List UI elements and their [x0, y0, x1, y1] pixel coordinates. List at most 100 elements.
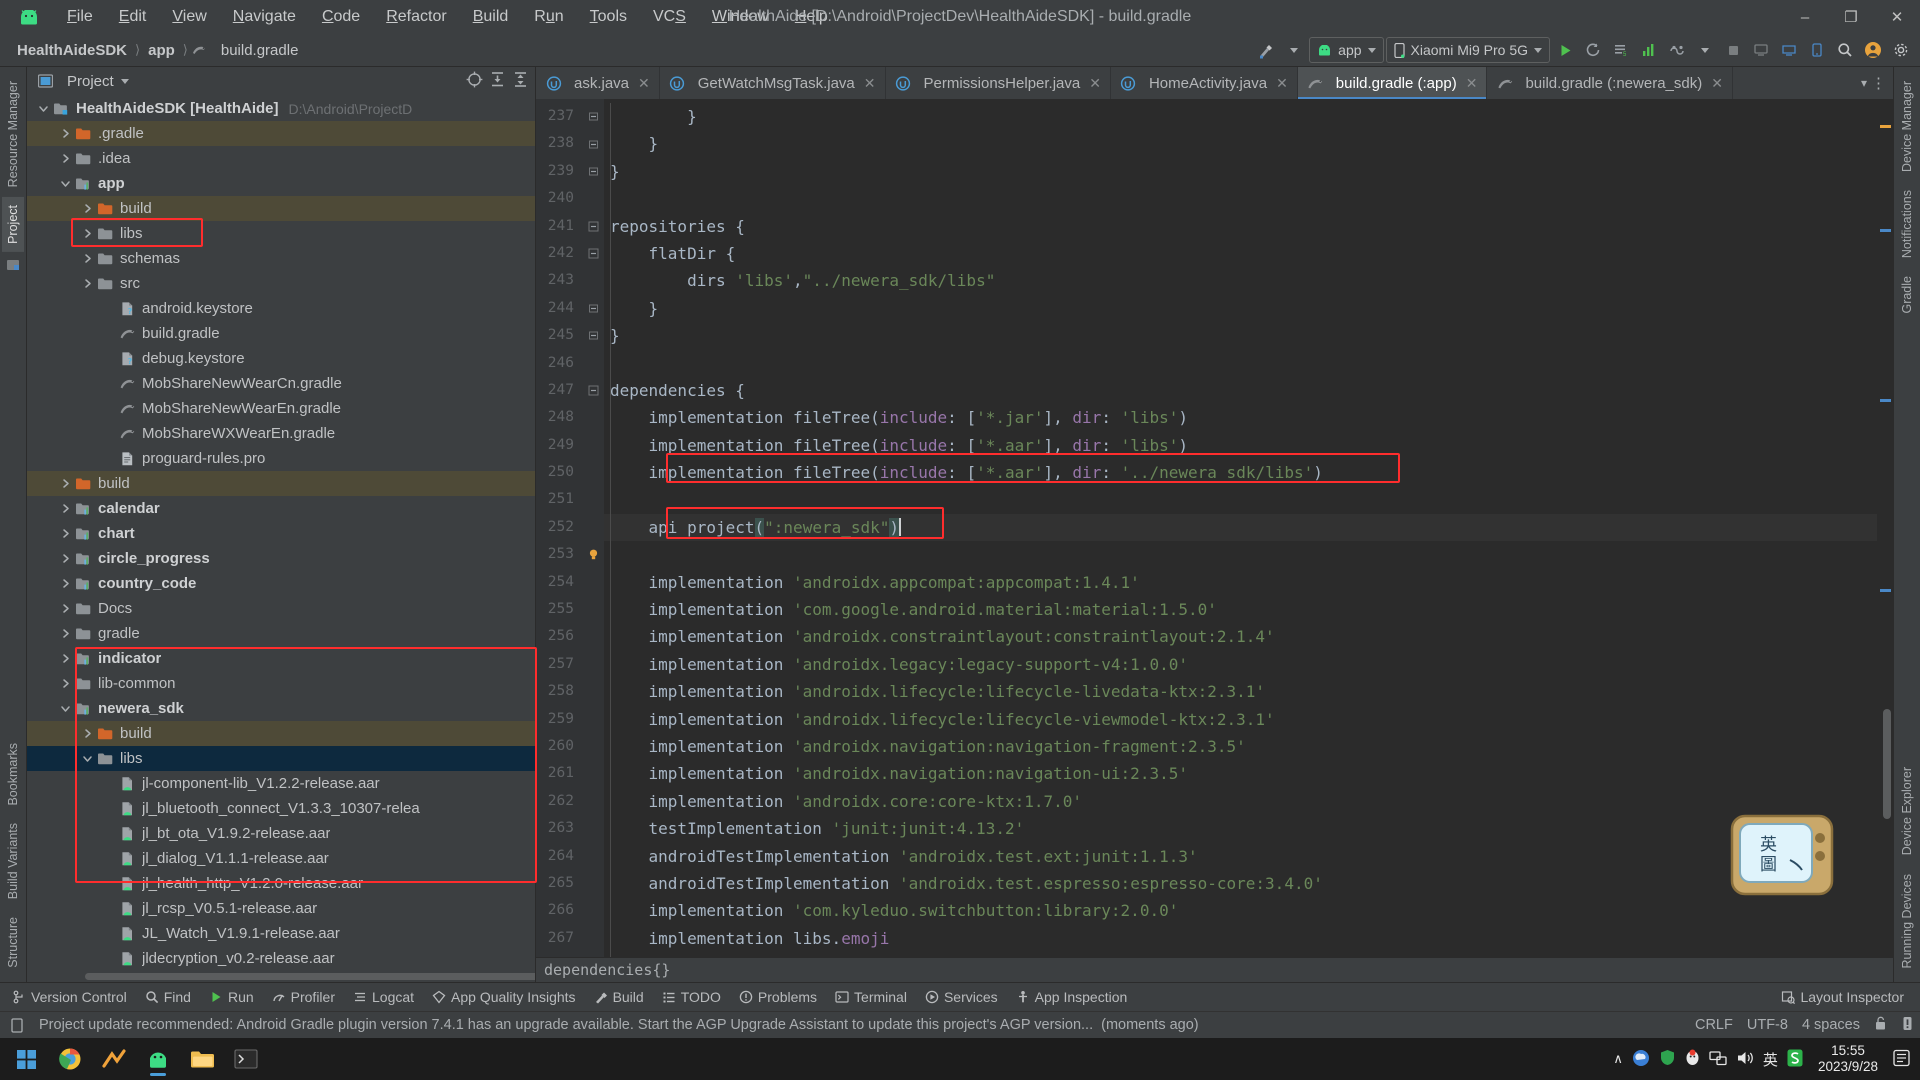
- code-content[interactable]: } }} repositories { flatDir { dirs 'libs'…: [604, 99, 1877, 957]
- menu-edit[interactable]: Edit: [106, 5, 160, 29]
- select-opened-file-icon[interactable]: [466, 71, 483, 92]
- stop-button[interactable]: [1720, 37, 1746, 63]
- menu-refactor[interactable]: Refactor: [373, 5, 459, 29]
- fold-marker-end[interactable]: [582, 322, 604, 349]
- debug-button[interactable]: [1580, 37, 1606, 63]
- chevron-right-icon[interactable]: [81, 227, 94, 240]
- tray-ime-indicator[interactable]: 英: [1763, 1049, 1778, 1070]
- chevron-right-icon[interactable]: [59, 652, 72, 665]
- code-line[interactable]: dependencies {: [604, 377, 1877, 404]
- fold-marker-open[interactable]: [582, 377, 604, 404]
- editor-tab-build-gradle-app-[interactable]: build.gradle (:app) ✕: [1297, 67, 1488, 99]
- code-line[interactable]: [604, 350, 1877, 377]
- rail-tab-device-explorer[interactable]: Device Explorer: [1896, 759, 1918, 863]
- tool-window-logcat[interactable]: Logcat: [345, 986, 422, 1008]
- status-message[interactable]: Project update recommended: Android Grad…: [39, 1017, 1093, 1033]
- code-line[interactable]: }: [604, 158, 1877, 185]
- tree-node-jl-watch-v1-9-1-release-aar[interactable]: JL_Watch_V1.9.1-release.aar: [27, 921, 535, 946]
- tree-node-schemas[interactable]: schemas: [27, 246, 535, 271]
- tray-chevron-icon[interactable]: ∧: [1613, 1051, 1623, 1067]
- close-tab-icon[interactable]: ✕: [1711, 75, 1723, 92]
- editor-tab-build-gradle-newera-sdk-[interactable]: build.gradle (:newera_sdk) ✕: [1487, 67, 1733, 99]
- tray-cloud-icon[interactable]: [1632, 1049, 1650, 1070]
- chevron-right-icon[interactable]: [59, 577, 72, 590]
- code-line[interactable]: }: [604, 322, 1877, 349]
- tree-node-src[interactable]: src: [27, 271, 535, 296]
- rail-tab-notifications[interactable]: Notifications: [1896, 182, 1918, 266]
- tool-window-find[interactable]: Find: [137, 986, 199, 1008]
- code-line[interactable]: implementation fileTree(include: ['*.jar…: [604, 404, 1877, 431]
- terminal-app-icon[interactable]: [226, 1040, 266, 1078]
- code-line[interactable]: implementation 'androidx.lifecycle:lifec…: [604, 678, 1877, 705]
- line-separator-indicator[interactable]: CRLF: [1695, 1017, 1733, 1033]
- chevron-down-icon[interactable]: [59, 177, 72, 190]
- marker-warning[interactable]: [1880, 125, 1891, 128]
- chevron-right-icon[interactable]: [59, 127, 72, 140]
- tool-window-services[interactable]: Services: [917, 986, 1006, 1008]
- code-line[interactable]: implementation 'androidx.legacy:legacy-s…: [604, 651, 1877, 678]
- tree-node-libs[interactable]: libs: [27, 221, 535, 246]
- code-line[interactable]: implementation 'androidx.navigation:navi…: [604, 760, 1877, 787]
- start-button-icon[interactable]: [6, 1040, 46, 1078]
- tree-node-lib-common[interactable]: lib-common: [27, 671, 535, 696]
- tree-node-newera-sdk[interactable]: newera_sdk: [27, 696, 535, 721]
- menu-code[interactable]: Code: [309, 5, 373, 29]
- code-line[interactable]: implementation 'androidx.constraintlayou…: [604, 623, 1877, 650]
- desktop-pet-widget[interactable]: 英 圖: [1730, 812, 1834, 898]
- chevron-right-icon[interactable]: [59, 677, 72, 690]
- tool-window-app-quality-insights[interactable]: App Quality Insights: [424, 986, 584, 1008]
- code-line[interactable]: androidTestImplementation 'androidx.test…: [604, 843, 1877, 870]
- menu-file[interactable]: File: [54, 5, 106, 29]
- run-with-coverage-icon[interactable]: 5: [1608, 37, 1634, 63]
- fold-marker-end[interactable]: [582, 158, 604, 185]
- marker-change[interactable]: [1880, 399, 1891, 402]
- editor-marker-column[interactable]: [1877, 99, 1893, 957]
- tree-node-jl-rcsp-v0-5-1-release-aar[interactable]: jl_rcsp_V0.5.1-release.aar: [27, 896, 535, 921]
- marker-change[interactable]: [1880, 589, 1891, 592]
- menu-vcs[interactable]: VCS: [640, 5, 699, 29]
- marker-change[interactable]: [1880, 229, 1891, 232]
- build-dropdown-icon[interactable]: [1281, 37, 1307, 63]
- code-folding-gutter[interactable]: [582, 99, 604, 957]
- code-line[interactable]: implementation fileTree(include: ['*.aar…: [604, 459, 1877, 486]
- menu-build[interactable]: Build: [460, 5, 522, 29]
- attach-debugger-icon[interactable]: [1664, 37, 1690, 63]
- editor-tab-homeactivity-java[interactable]: HomeActivity.java ✕: [1111, 67, 1298, 99]
- code-line[interactable]: [604, 185, 1877, 212]
- tree-node-build[interactable]: build: [27, 471, 535, 496]
- chevron-right-icon[interactable]: [59, 527, 72, 540]
- chevron-down-icon[interactable]: [120, 78, 129, 84]
- code-line[interactable]: implementation 'com.kyleduo.switchbutton…: [604, 897, 1877, 924]
- rail-tab-device-manager[interactable]: Device Manager: [1896, 73, 1918, 180]
- code-line[interactable]: implementation libs.emoji: [604, 925, 1877, 952]
- code-line[interactable]: [604, 486, 1877, 513]
- settings-gear-icon[interactable]: [1888, 37, 1914, 63]
- chevron-right-icon[interactable]: [81, 202, 94, 215]
- menu-view[interactable]: View: [159, 5, 219, 29]
- maximize-button[interactable]: ❐: [1828, 0, 1874, 34]
- notifications-icon[interactable]: [1901, 1016, 1914, 1035]
- chevron-right-icon[interactable]: [59, 502, 72, 515]
- lock-icon[interactable]: [1874, 1016, 1887, 1035]
- account-avatar[interactable]: [1860, 37, 1886, 63]
- tree-node-healthaidesdk-healthaide-[interactable]: HealthAideSDK [HealthAide] D:\Android\Pro…: [27, 96, 535, 121]
- chevron-down-icon[interactable]: ▾: [1861, 76, 1867, 90]
- android-studio-taskbar-icon[interactable]: [138, 1040, 178, 1078]
- rail-tab-structure[interactable]: Structure: [2, 909, 24, 976]
- chevron-right-icon[interactable]: [81, 252, 94, 265]
- tool-window-build[interactable]: Build: [586, 986, 652, 1008]
- device-selector[interactable]: Xiaomi Mi9 Pro 5G: [1385, 37, 1550, 63]
- tool-window-bar[interactable]: Version Control Find Run Profiler Logcat App …: [0, 982, 1920, 1011]
- tree-node-docs[interactable]: Docs: [27, 596, 535, 621]
- fold-marker-open[interactable]: [582, 213, 604, 240]
- tree-node-app[interactable]: app: [27, 171, 535, 196]
- tray-shield-icon[interactable]: [1659, 1049, 1676, 1069]
- avd-manager-icon[interactable]: [1804, 37, 1830, 63]
- tree-node-chart[interactable]: chart: [27, 521, 535, 546]
- menu-run[interactable]: Run: [521, 5, 576, 29]
- close-tab-icon[interactable]: ✕: [1276, 75, 1288, 92]
- rail-tab-gradle[interactable]: Gradle: [1896, 268, 1918, 322]
- project-files-icon[interactable]: [6, 258, 20, 276]
- tree-node-build[interactable]: build: [27, 196, 535, 221]
- profiler-icon[interactable]: [1636, 37, 1662, 63]
